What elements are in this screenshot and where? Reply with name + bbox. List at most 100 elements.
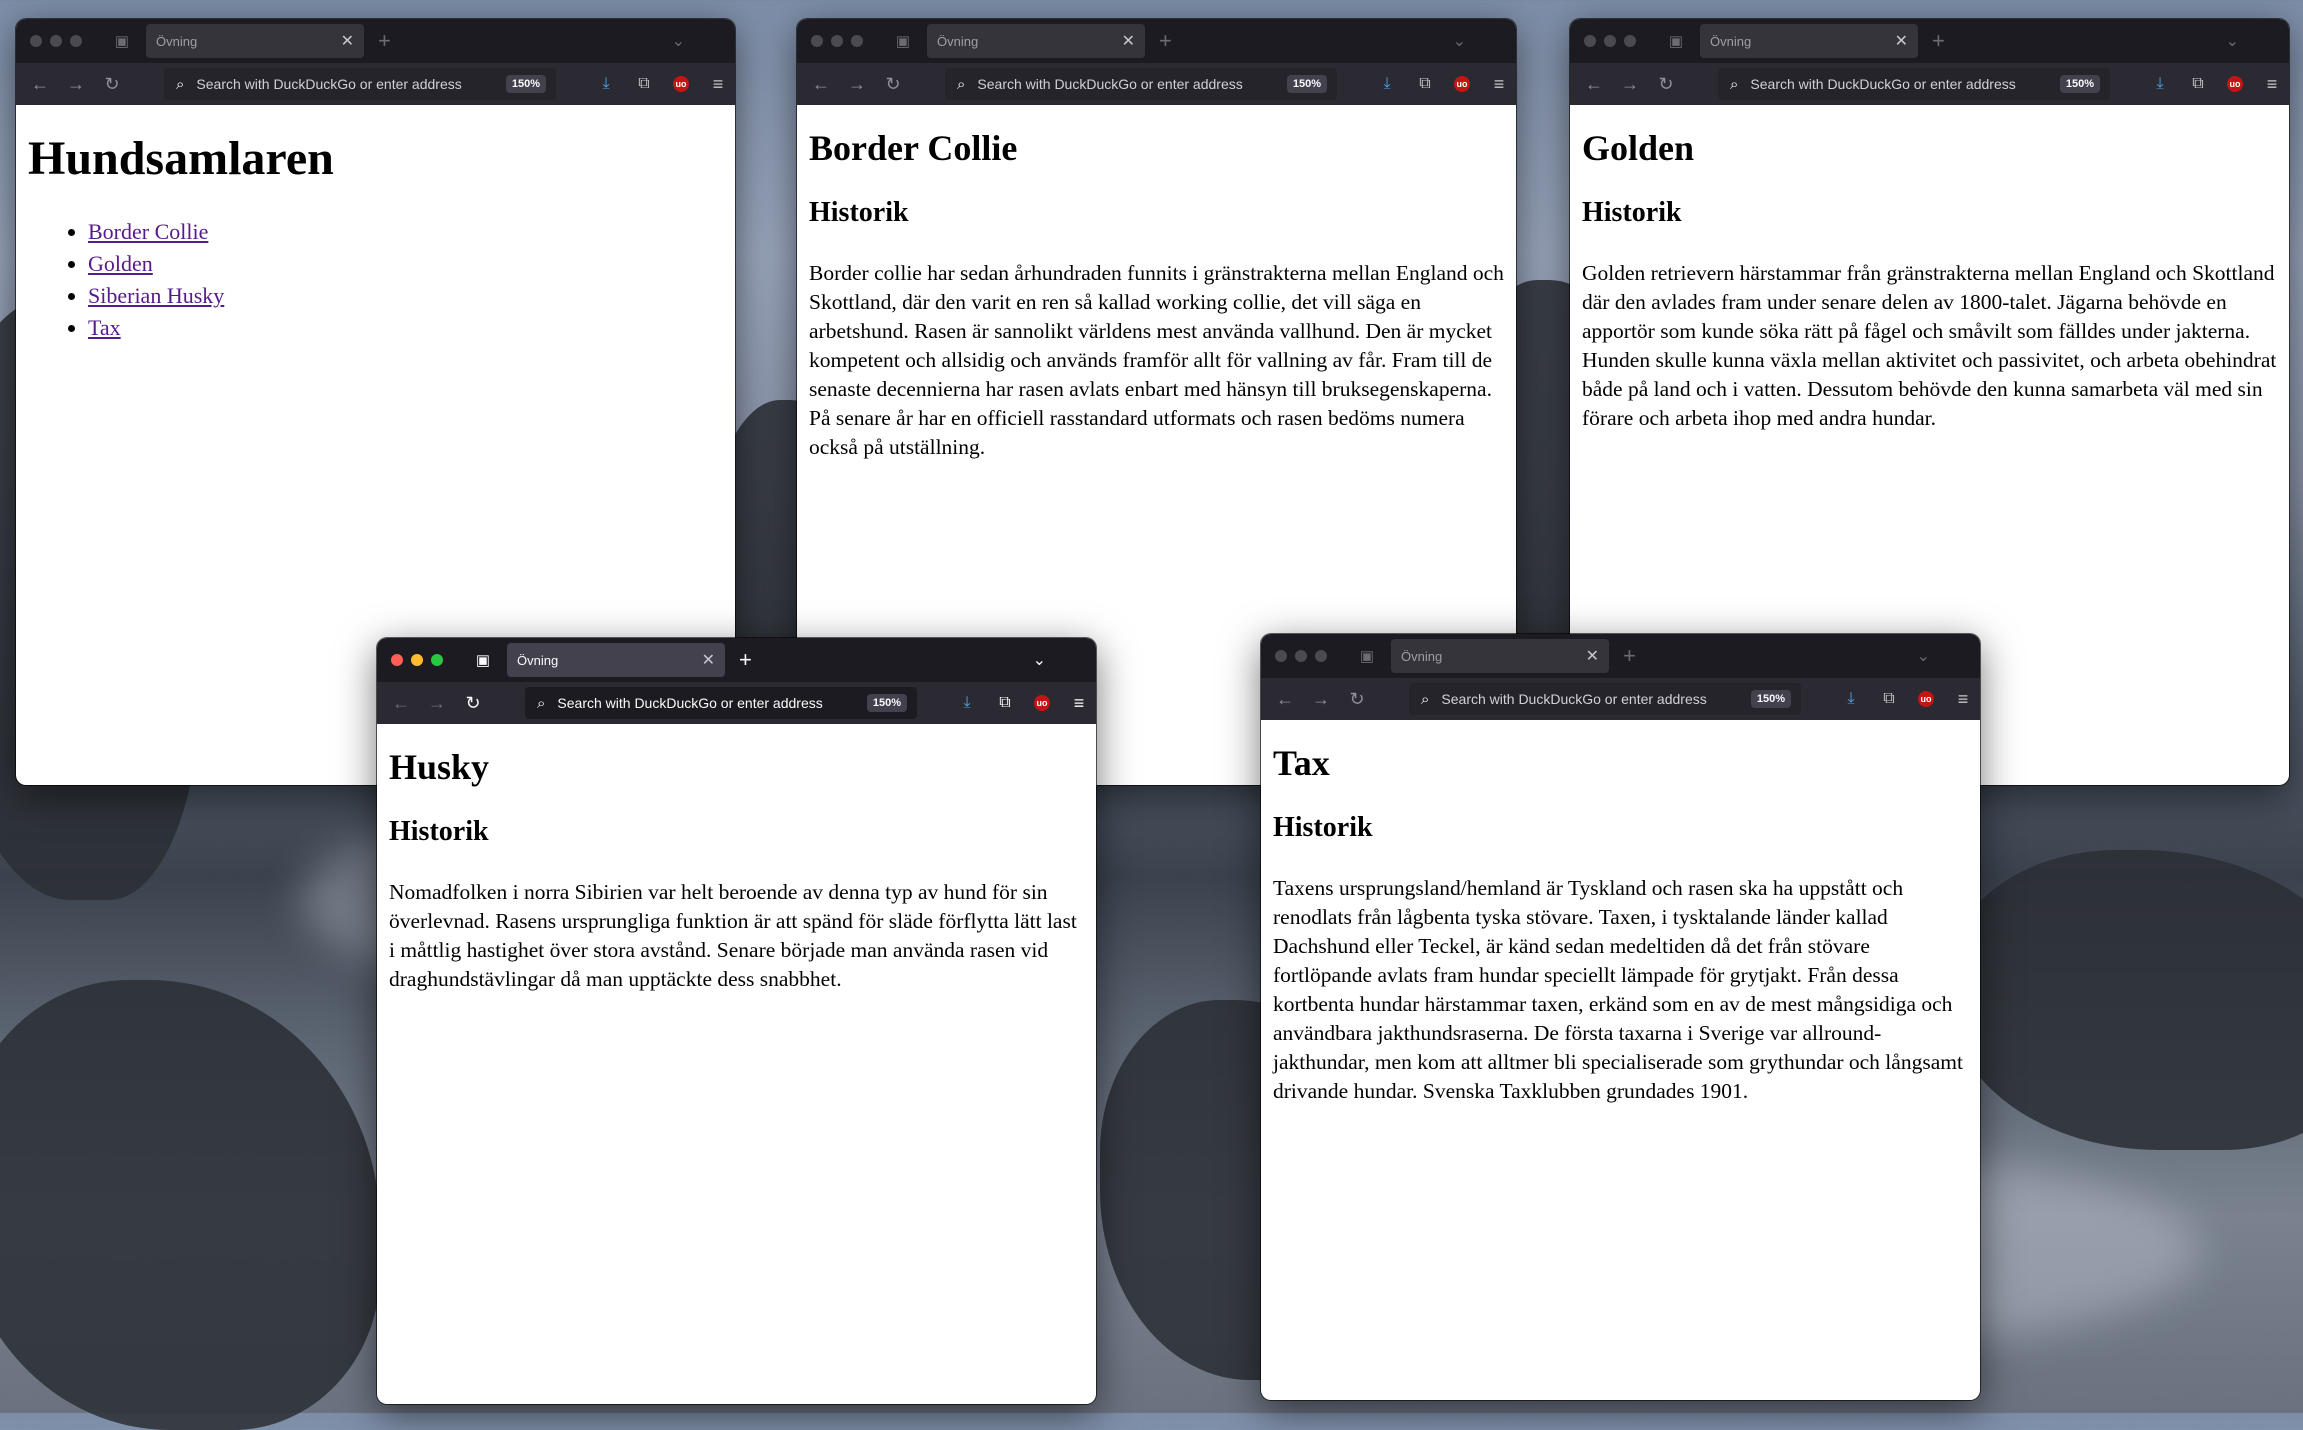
minimize-window-button[interactable]	[831, 35, 843, 47]
plus-icon[interactable]: +	[1932, 28, 1945, 54]
tab-ovning[interactable]: Övning ✕	[927, 24, 1145, 58]
tab-ovning[interactable]: Övning ✕	[146, 24, 364, 58]
arrow-left-icon[interactable]: ←	[809, 74, 833, 95]
zoom-window-button[interactable]	[1624, 35, 1636, 47]
chevron-down-icon[interactable]: ⌄	[1917, 646, 1930, 666]
firefox-view-icon[interactable]: ▣	[1666, 32, 1686, 50]
arrow-left-icon[interactable]: ←	[28, 74, 52, 95]
close-window-button[interactable]	[1275, 650, 1287, 662]
close-window-button[interactable]	[391, 654, 403, 666]
download-icon[interactable]: ⤓	[1378, 75, 1396, 93]
arrow-right-icon[interactable]: →	[1618, 74, 1642, 95]
chevron-down-icon[interactable]: ⌄	[1453, 31, 1466, 51]
tab-ovning[interactable]: Övning ✕	[507, 643, 725, 677]
window-controls	[30, 35, 82, 47]
zoom-window-button[interactable]	[431, 654, 443, 666]
reload-icon[interactable]: ↻	[881, 74, 905, 95]
link-golden[interactable]: Golden	[88, 251, 153, 276]
history-paragraph: Taxens ursprungsland/hemland är Tyskland…	[1273, 875, 1963, 1103]
ublock-icon[interactable]: uo	[673, 76, 689, 92]
link-border-collie[interactable]: Border Collie	[88, 219, 208, 244]
zoom-window-button[interactable]	[851, 35, 863, 47]
history-paragraph: Nomadfolken i norra Sibirien var helt be…	[389, 879, 1077, 991]
close-window-button[interactable]	[30, 35, 42, 47]
zoom-level-badge[interactable]: 150%	[1750, 690, 1791, 708]
address-bar[interactable]: ⌕ Search with DuckDuckGo or enter addres…	[164, 68, 556, 100]
close-icon[interactable]: ✕	[702, 650, 715, 670]
tab-bar: ▣ Övning ✕ + ⌄	[1261, 634, 1980, 678]
puzzle-icon[interactable]: ⧉	[1416, 75, 1434, 93]
firefox-view-icon[interactable]: ▣	[473, 651, 493, 669]
address-bar[interactable]: ⌕ Search with DuckDuckGo or enter addres…	[1409, 683, 1801, 715]
arrow-right-icon[interactable]: →	[845, 74, 869, 95]
zoom-level-badge[interactable]: 150%	[2059, 75, 2100, 93]
firefox-view-icon[interactable]: ▣	[1357, 647, 1377, 665]
arrow-left-icon[interactable]: ←	[1582, 74, 1606, 95]
hamburger-menu-icon[interactable]: ≡	[2263, 74, 2281, 95]
plus-icon[interactable]: +	[1159, 28, 1172, 54]
address-bar[interactable]: ⌕ Search with DuckDuckGo or enter addres…	[945, 68, 1337, 100]
arrow-right-icon[interactable]: →	[425, 693, 449, 714]
download-icon[interactable]: ⤓	[597, 75, 615, 93]
zoom-level-badge[interactable]: 150%	[866, 694, 907, 712]
hamburger-menu-icon[interactable]: ≡	[1490, 74, 1508, 95]
link-tax[interactable]: Tax	[88, 315, 121, 340]
hamburger-menu-icon[interactable]: ≡	[1954, 689, 1972, 710]
close-window-button[interactable]	[1584, 35, 1596, 47]
download-icon[interactable]: ⤓	[1842, 690, 1860, 708]
minimize-window-button[interactable]	[1604, 35, 1616, 47]
firefox-view-icon[interactable]: ▣	[112, 32, 132, 50]
zoom-level-badge[interactable]: 150%	[1286, 75, 1327, 93]
plus-icon[interactable]: +	[739, 647, 752, 673]
zoom-level-badge[interactable]: 150%	[505, 75, 546, 93]
ublock-icon[interactable]: uo	[1918, 691, 1934, 707]
reload-icon[interactable]: ↻	[1654, 74, 1678, 95]
zoom-window-button[interactable]	[70, 35, 82, 47]
reload-icon[interactable]: ↻	[461, 693, 485, 714]
ublock-icon[interactable]: uo	[2227, 76, 2243, 92]
close-icon[interactable]: ✕	[341, 31, 354, 51]
firefox-view-icon[interactable]: ▣	[893, 32, 913, 50]
arrow-left-icon[interactable]: ←	[1273, 689, 1297, 710]
address-bar[interactable]: ⌕ Search with DuckDuckGo or enter addres…	[1718, 68, 2110, 100]
reload-icon[interactable]: ↻	[100, 74, 124, 95]
plus-icon[interactable]: +	[378, 28, 391, 54]
puzzle-icon[interactable]: ⧉	[2189, 75, 2207, 93]
ublock-icon[interactable]: uo	[1454, 76, 1470, 92]
download-icon[interactable]: ⤓	[2151, 75, 2169, 93]
tab-ovning[interactable]: Övning ✕	[1391, 639, 1609, 673]
chevron-down-icon[interactable]: ⌄	[2226, 31, 2239, 51]
hamburger-menu-icon[interactable]: ≡	[1070, 693, 1088, 714]
tab-bar: ▣ Övning ✕ + ⌄	[377, 638, 1096, 682]
puzzle-icon[interactable]: ⧉	[635, 75, 653, 93]
plus-icon[interactable]: +	[1623, 643, 1636, 669]
tab-title: Övning	[1710, 33, 1752, 49]
hamburger-menu-icon[interactable]: ≡	[709, 74, 727, 95]
minimize-window-button[interactable]	[411, 654, 423, 666]
tab-title: Övning	[937, 33, 979, 49]
puzzle-icon[interactable]: ⧉	[1880, 690, 1898, 708]
puzzle-icon[interactable]: ⧉	[996, 694, 1014, 712]
close-icon[interactable]: ✕	[1895, 31, 1908, 51]
chevron-down-icon[interactable]: ⌄	[1033, 650, 1046, 670]
link-siberian-husky[interactable]: Siberian Husky	[88, 283, 224, 308]
arrow-right-icon[interactable]: →	[1309, 689, 1333, 710]
tab-bar: ▣ Övning ✕ + ⌄	[1570, 19, 2289, 63]
nav-bar: ← → ↻ ⌕ Search with DuckDuckGo or enter …	[377, 682, 1096, 724]
tab-ovning[interactable]: Övning ✕	[1700, 24, 1918, 58]
zoom-window-button[interactable]	[1315, 650, 1327, 662]
tab-bar: ▣ Övning ✕ + ⌄	[797, 19, 1516, 63]
address-placeholder: Search with DuckDuckGo or enter address	[1750, 76, 2016, 92]
close-icon[interactable]: ✕	[1586, 646, 1599, 666]
reload-icon[interactable]: ↻	[1345, 689, 1369, 710]
arrow-left-icon[interactable]: ←	[389, 693, 413, 714]
arrow-right-icon[interactable]: →	[64, 74, 88, 95]
address-bar[interactable]: ⌕ Search with DuckDuckGo or enter addres…	[525, 687, 917, 719]
chevron-down-icon[interactable]: ⌄	[672, 31, 685, 51]
minimize-window-button[interactable]	[1295, 650, 1307, 662]
download-icon[interactable]: ⤓	[958, 694, 976, 712]
ublock-icon[interactable]: uo	[1034, 695, 1050, 711]
minimize-window-button[interactable]	[50, 35, 62, 47]
close-window-button[interactable]	[811, 35, 823, 47]
close-icon[interactable]: ✕	[1122, 31, 1135, 51]
